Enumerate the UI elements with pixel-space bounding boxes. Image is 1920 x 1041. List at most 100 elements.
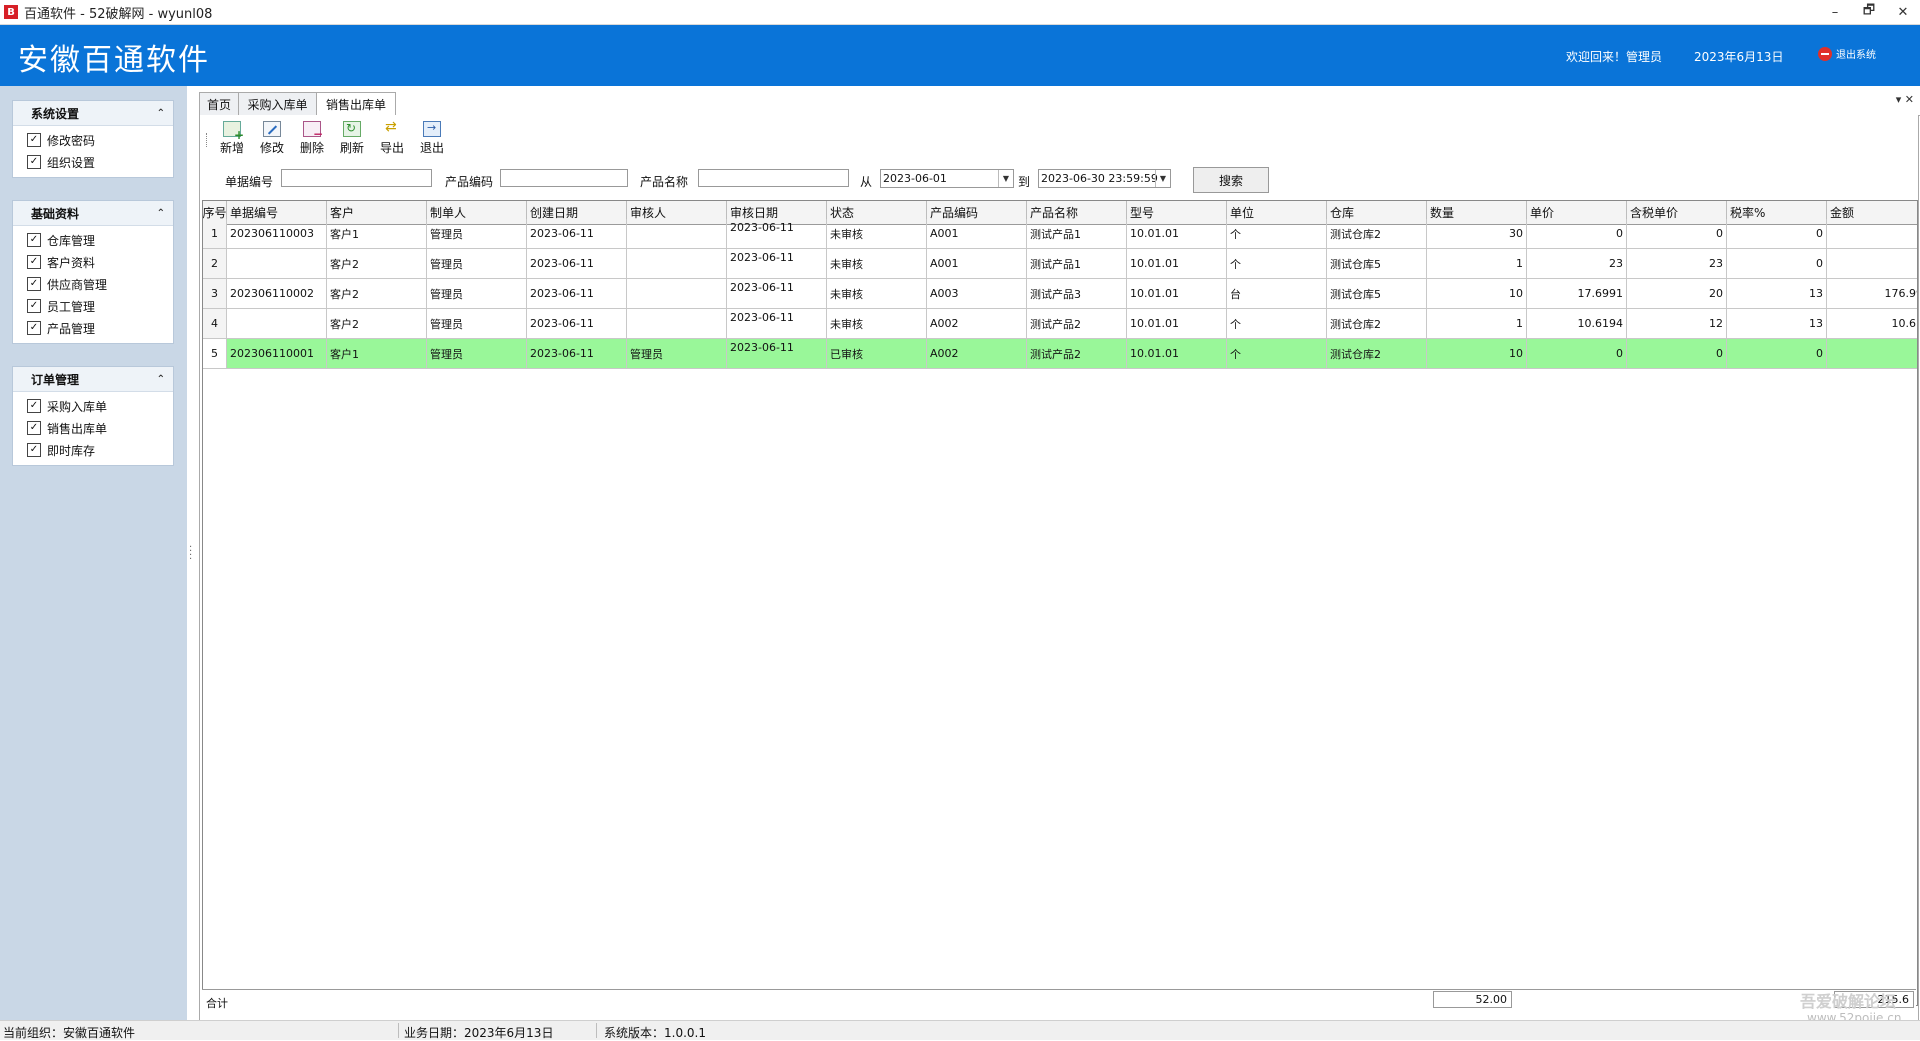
table-cell[interactable]: 个 [1227, 309, 1327, 339]
sidebar-item-employees[interactable]: ✓ 员工管理 [13, 295, 173, 317]
table-cell[interactable]: 10.01.01 [1127, 339, 1227, 369]
new-button[interactable]: 新增 [212, 118, 252, 156]
table-cell[interactable]: 测试产品1 [1027, 219, 1127, 249]
tab-purchase-in[interactable]: 采购入库单 [238, 92, 317, 115]
table-cell[interactable]: 23 [1627, 249, 1727, 279]
sidebar-item-inventory[interactable]: ✓ 即时库存 [13, 439, 173, 461]
table-cell[interactable]: 2023-06-11 [727, 339, 827, 369]
table-cell[interactable]: 12 [1627, 309, 1727, 339]
row-number[interactable]: 2 [203, 249, 227, 279]
sidebar-group-header[interactable]: 基础资料 ⌃ [13, 201, 173, 226]
sidebar-item-products[interactable]: ✓ 产品管理 [13, 317, 173, 339]
table-cell[interactable]: 0 [1527, 219, 1627, 249]
chevron-down-icon[interactable]: ▼ [998, 170, 1013, 187]
product-code-input[interactable] [500, 169, 628, 187]
collapse-icon[interactable]: ⌃ [157, 374, 165, 385]
table-cell[interactable] [627, 249, 727, 279]
table-cell[interactable]: 未审核 [827, 309, 927, 339]
table-cell[interactable] [227, 249, 327, 279]
table-cell[interactable]: 10 [1427, 279, 1527, 309]
table-cell[interactable]: 2023-06-11 [527, 249, 627, 279]
table-cell[interactable]: 0 [1627, 339, 1727, 369]
row-number[interactable]: 1 [203, 219, 227, 249]
splitter-handle[interactable]: · · · · [189, 543, 192, 565]
table-cell[interactable]: 2023-06-11 [727, 279, 827, 309]
table-cell[interactable]: 13 [1727, 309, 1827, 339]
search-button[interactable]: 搜索 [1193, 167, 1269, 193]
table-cell[interactable]: 测试仓库5 [1327, 279, 1427, 309]
tab-home[interactable]: 首页 [199, 92, 239, 115]
minimize-button[interactable]: – [1818, 0, 1852, 24]
table-cell[interactable]: 测试仓库2 [1327, 219, 1427, 249]
delete-button[interactable]: 删除 [292, 118, 332, 156]
table-cell[interactable]: A001 [927, 219, 1027, 249]
sidebar-group-header[interactable]: 订单管理 ⌃ [13, 367, 173, 392]
table-cell[interactable]: 20 [1627, 279, 1727, 309]
table-cell[interactable]: 202306110001 [227, 339, 327, 369]
table-cell[interactable] [1827, 339, 1917, 369]
table-cell[interactable]: 0 [1727, 219, 1827, 249]
to-date-picker[interactable]: 2023-06-30 23:59:59 ▼ [1038, 169, 1171, 188]
sidebar-item-change-password[interactable]: ✓ 修改密码 [13, 129, 173, 151]
table-cell[interactable]: 台 [1227, 279, 1327, 309]
table-row[interactable]: 1 202306110003 客户1 管理员 2023-06-11 2023-06-11 未… [203, 219, 1917, 249]
collapse-icon[interactable]: ⌃ [157, 108, 165, 119]
row-number[interactable]: 4 [203, 309, 227, 339]
table-cell[interactable]: 测试仓库5 [1327, 249, 1427, 279]
table-cell[interactable]: 30 [1427, 219, 1527, 249]
row-number[interactable]: 3 [203, 279, 227, 309]
table-cell[interactable]: 10.01.01 [1127, 219, 1227, 249]
table-cell[interactable]: 202306110002 [227, 279, 327, 309]
table-cell[interactable]: 管理员 [427, 279, 527, 309]
table-cell[interactable]: 已审核 [827, 339, 927, 369]
table-cell[interactable]: 个 [1227, 339, 1327, 369]
table-cell[interactable]: 管理员 [427, 309, 527, 339]
table-cell[interactable]: 2023-06-11 [727, 249, 827, 279]
table-cell[interactable]: 管理员 [427, 219, 527, 249]
table-cell[interactable]: 176.99 [1827, 279, 1917, 309]
table-cell[interactable]: 测试产品3 [1027, 279, 1127, 309]
table-cell[interactable]: 测试产品1 [1027, 249, 1127, 279]
table-cell[interactable] [1827, 249, 1917, 279]
table-cell[interactable] [627, 279, 727, 309]
table-cell[interactable]: 17.6991 [1527, 279, 1627, 309]
order-no-input[interactable] [281, 169, 432, 187]
table-cell[interactable] [627, 219, 727, 249]
table-cell[interactable]: 2023-06-11 [527, 309, 627, 339]
export-button[interactable]: 导出 [372, 118, 412, 156]
sidebar-item-purchase-in[interactable]: ✓ 采购入库单 [13, 395, 173, 417]
table-cell[interactable]: 管理员 [427, 249, 527, 279]
product-name-input[interactable] [698, 169, 849, 187]
sidebar-group-header[interactable]: 系统设置 ⌃ [13, 101, 173, 126]
table-cell[interactable]: A002 [927, 339, 1027, 369]
refresh-button[interactable]: 刷新 [332, 118, 372, 156]
table-cell[interactable] [227, 309, 327, 339]
table-cell[interactable]: 1 [1427, 249, 1527, 279]
row-number[interactable]: 5 [203, 339, 227, 369]
table-cell[interactable]: A003 [927, 279, 1027, 309]
table-cell[interactable]: 客户2 [327, 279, 427, 309]
sidebar-item-suppliers[interactable]: ✓ 供应商管理 [13, 273, 173, 295]
table-cell[interactable]: 客户2 [327, 249, 427, 279]
sidebar-item-org-settings[interactable]: ✓ 组织设置 [13, 151, 173, 173]
table-cell[interactable]: 0 [1627, 219, 1727, 249]
table-cell[interactable]: 2023-06-11 [727, 309, 827, 339]
table-cell[interactable]: 2023-06-11 [727, 219, 827, 249]
table-row[interactable]: 3 202306110002 客户2 管理员 2023-06-11 2023-06-11 未… [203, 279, 1917, 309]
table-cell[interactable] [627, 309, 727, 339]
table-cell[interactable]: A001 [927, 249, 1027, 279]
table-cell[interactable]: 客户1 [327, 219, 427, 249]
table-cell[interactable]: 个 [1227, 219, 1327, 249]
from-date-picker[interactable]: 2023-06-01 ▼ [880, 169, 1014, 188]
collapse-icon[interactable]: ⌃ [157, 208, 165, 219]
table-row[interactable]: 2 客户2 管理员 2023-06-11 2023-06-11 未审核 A001 测试产品1 1… [203, 249, 1917, 279]
table-cell[interactable]: 个 [1227, 249, 1327, 279]
table-cell[interactable]: 客户2 [327, 309, 427, 339]
table-cell[interactable]: 1 [1427, 309, 1527, 339]
table-cell[interactable]: A002 [927, 309, 1027, 339]
table-cell[interactable]: 未审核 [827, 219, 927, 249]
table-cell[interactable]: 23 [1527, 249, 1627, 279]
restore-button[interactable]: 🗗 [1852, 0, 1886, 24]
table-cell[interactable]: 测试仓库2 [1327, 339, 1427, 369]
table-cell[interactable]: 10.61 [1827, 309, 1917, 339]
